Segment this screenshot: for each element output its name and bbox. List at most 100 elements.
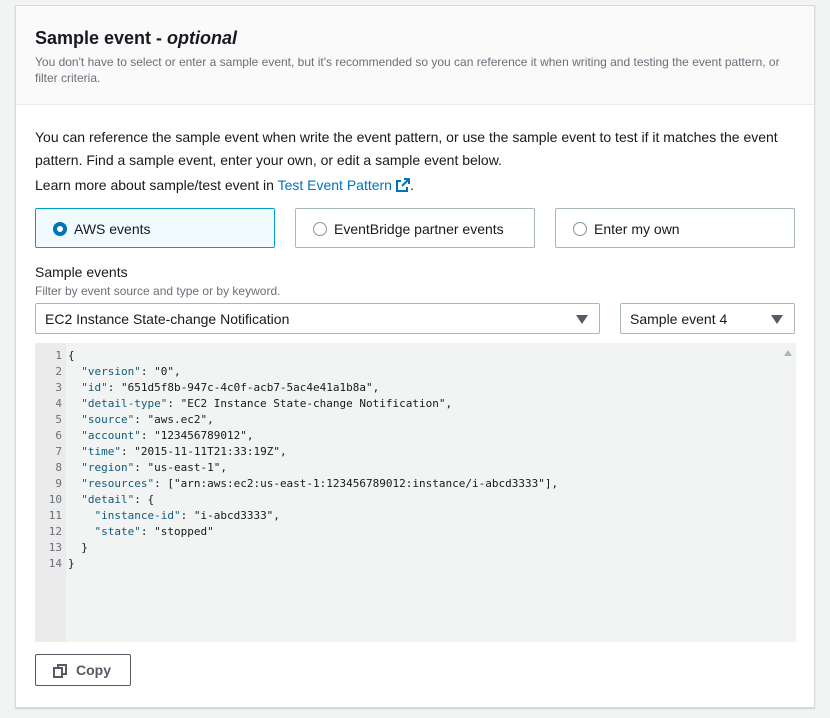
code-line: 7 "time": "2015-11-11T21:33:19Z", — [35, 444, 735, 460]
tile-label-partner-events: EventBridge partner events — [334, 221, 504, 237]
code-line: 12 "state": "stopped" — [35, 524, 735, 540]
line-number: 14 — [48, 557, 62, 570]
code-key: "state" — [94, 525, 141, 538]
test-event-pattern-link[interactable]: Test Event Pattern — [278, 177, 410, 193]
intro-description: You can reference the sample event when … — [35, 129, 778, 168]
learn-link-text: Test Event Pattern — [277, 177, 392, 193]
tile-enter-my-own[interactable]: Enter my own — [555, 208, 795, 248]
line-number: 1 — [55, 349, 62, 362]
line-number: 13 — [48, 541, 62, 554]
code-key: "time" — [81, 445, 121, 458]
event-type-select-value: EC2 Instance State-change Notification — [45, 311, 290, 327]
code-value: : "123456789012", — [140, 429, 254, 442]
code-key: "account" — [81, 429, 141, 442]
code-value: : "2015-11-11T21:33:19Z", — [121, 445, 287, 458]
event-type-select[interactable]: EC2 Instance State-change Notification — [35, 303, 600, 334]
code-line: 9 "resources": ["arn:aws:ec2:us-east-1:1… — [35, 476, 735, 492]
learn-more-text: Learn more about sample/test event in Te… — [35, 175, 414, 195]
code-value: } — [81, 541, 88, 554]
line-number: 11 — [48, 509, 62, 522]
tile-label-aws-events: AWS events — [74, 221, 151, 237]
caret-down-icon — [576, 315, 588, 324]
code-key: "instance-id" — [94, 509, 181, 522]
code-line: 10 "detail": { — [35, 492, 735, 508]
code-value: : "us-east-1", — [134, 461, 227, 474]
tile-partner-events[interactable]: EventBridge partner events — [295, 208, 535, 248]
code-value: } — [68, 557, 75, 570]
code-key: "detail-type" — [81, 397, 168, 410]
sample-event-select-value: Sample event 4 — [630, 311, 728, 327]
caret-down-icon — [771, 315, 783, 324]
code-line: 8 "region": "us-east-1", — [35, 460, 735, 476]
code-line: 14} — [35, 556, 735, 572]
sample-event-panel: Sample event - optional You don't have t… — [15, 5, 815, 708]
copy-icon — [53, 664, 67, 678]
tile-label-enter-my-own: Enter my own — [594, 221, 680, 237]
line-number: 9 — [55, 477, 62, 490]
learn-suffix: . — [409, 177, 414, 193]
learn-prefix: Learn more about sample/test event in — [35, 177, 278, 193]
tile-aws-events[interactable]: AWS events — [35, 208, 275, 248]
line-number: 8 — [55, 461, 62, 474]
sample-event-select[interactable]: Sample event 4 — [620, 303, 795, 334]
scroll-up-icon[interactable] — [784, 350, 792, 356]
code-line: 3 "id": "651d5f8b-947c-4c0f-acb7-5ac4e41… — [35, 380, 735, 396]
code-key: "source" — [81, 413, 135, 426]
code-value: : "i-abcd3333", — [180, 509, 280, 522]
code-line: 6 "account": "123456789012", — [35, 428, 735, 444]
copy-button-label: Copy — [76, 662, 111, 678]
line-number: 10 — [48, 493, 62, 506]
radio-enter-my-own[interactable] — [573, 222, 587, 236]
panel-subtitle: You don't have to select or enter a samp… — [35, 55, 780, 85]
copy-button[interactable]: Copy — [35, 654, 131, 686]
code-line: 13 } — [35, 540, 735, 556]
line-number: 6 — [55, 429, 62, 442]
line-number: 7 — [55, 445, 62, 458]
code-value: : "stopped" — [140, 525, 214, 538]
code-value: : { — [134, 493, 155, 506]
code-value: { — [68, 349, 75, 362]
line-number: 12 — [48, 525, 62, 538]
code-line: 5 "source": "aws.ec2", — [35, 412, 735, 428]
code-value: : "aws.ec2", — [134, 413, 214, 426]
line-number: 3 — [55, 381, 62, 394]
code-value: : ["arn:aws:ec2:us-east-1:123456789012:i… — [154, 477, 559, 490]
code-line: 2 "version": "0", — [35, 364, 735, 380]
title-text: Sample event - — [35, 28, 168, 48]
code-value: : "0", — [140, 365, 181, 378]
code-line: 4 "detail-type": "EC2 Instance State-cha… — [35, 396, 735, 412]
code-key: "version" — [81, 365, 141, 378]
code-key: "region" — [81, 461, 135, 474]
sample-events-description: Filter by event source and type or by ke… — [35, 284, 281, 298]
panel-title: Sample event - optional — [35, 28, 237, 49]
code-value: : "651d5f8b-947c-4c0f-acb7-5ac4e41a1b8a"… — [107, 381, 380, 394]
radio-partner-events[interactable] — [313, 222, 327, 236]
code-line: 1{ — [35, 348, 735, 364]
code-editor[interactable]: 1{2 "version": "0", 3 "id": "651d5f8b-947… — [35, 343, 796, 642]
sample-events-label: Sample events — [35, 264, 128, 280]
code-key: "id" — [81, 381, 108, 394]
code-value: : "EC2 Instance State-change Notificatio… — [167, 397, 453, 410]
code-key: "detail" — [81, 493, 135, 506]
title-optional: optional — [167, 28, 238, 48]
radio-aws-events[interactable] — [53, 222, 67, 236]
code-line: 11 "instance-id": "i-abcd3333", — [35, 508, 735, 524]
line-number: 2 — [55, 365, 62, 378]
external-link-icon — [395, 178, 410, 192]
panel-header: Sample event - optional You don't have t… — [16, 6, 814, 105]
line-number: 4 — [55, 397, 62, 410]
code-key: "resources" — [81, 477, 155, 490]
line-number: 5 — [55, 413, 62, 426]
